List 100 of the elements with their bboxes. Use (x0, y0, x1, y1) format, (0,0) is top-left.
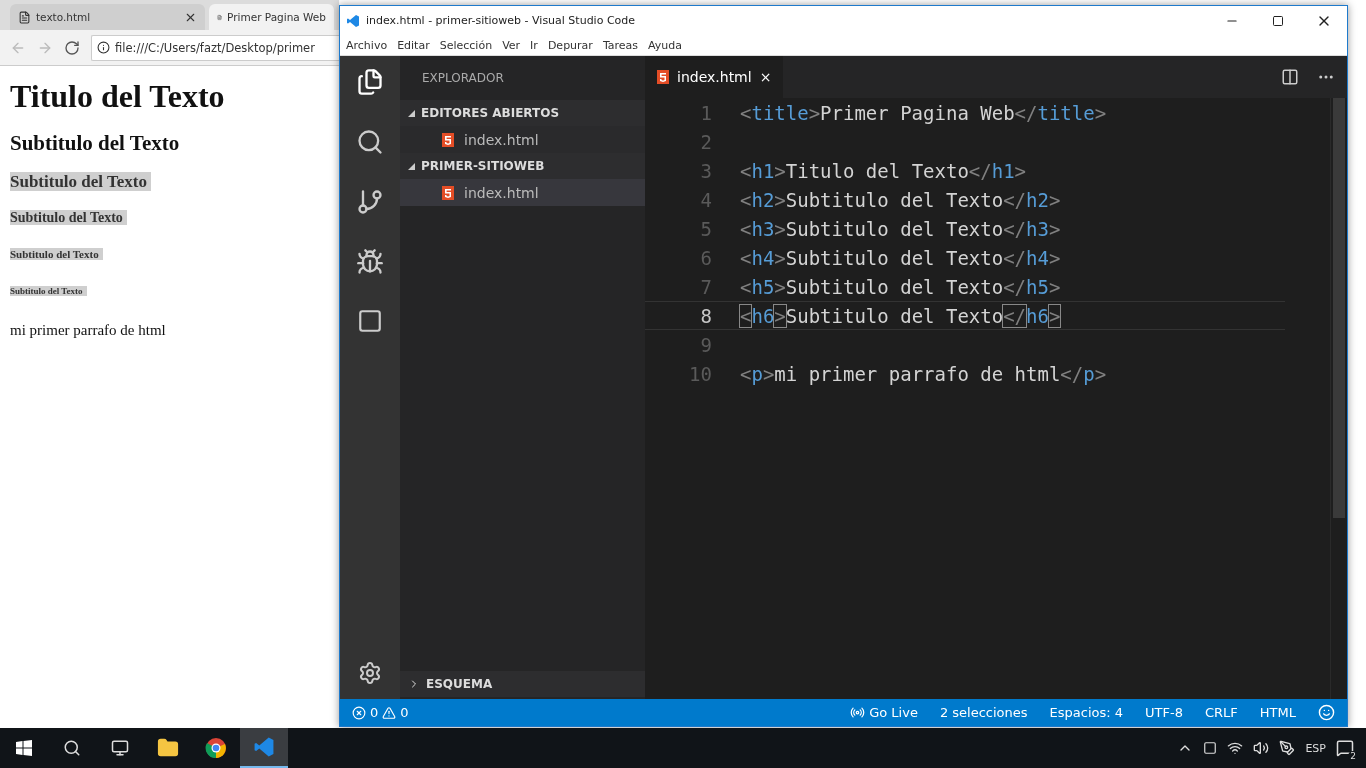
code-token: Subtitulo del Texto (785, 188, 1004, 211)
branch-icon[interactable] (356, 188, 384, 216)
warning-icon[interactable] (382, 705, 397, 720)
window-title: index.html - primer-sitioweb - Visual Studio Code (366, 14, 636, 27)
section-header[interactable]: PRIMER-SITIOWEB (400, 153, 645, 179)
code-token: > (1048, 188, 1061, 211)
html-file-icon (442, 132, 454, 147)
menu-item[interactable]: Selección (439, 38, 493, 52)
line-number: 5 (699, 217, 713, 240)
menu-item[interactable]: Ir (530, 38, 538, 52)
code-token: > (1048, 304, 1061, 327)
status-item[interactable]: UTF-8 (1145, 705, 1183, 720)
status-item[interactable]: Go Live (850, 705, 918, 720)
code-token: </ (1003, 304, 1027, 327)
line-number: 2 (699, 130, 713, 153)
code-token: < (740, 246, 752, 269)
scrollbar-thumb[interactable] (1333, 98, 1345, 518)
split-editor-icon[interactable] (1281, 68, 1299, 86)
pen-icon[interactable] (1279, 740, 1296, 756)
settings-icon[interactable] (358, 661, 382, 685)
status-item[interactable]: CRLF (1204, 705, 1238, 720)
warning-count[interactable]: 0 (400, 705, 409, 720)
reload-icon[interactable] (64, 39, 80, 56)
line-number: 10 (688, 362, 713, 385)
code-token: h1 (991, 159, 1015, 182)
menu-item[interactable]: Depurar (547, 38, 593, 52)
tab-title: texto.html (36, 11, 91, 23)
heading: Subtitulo del Texto (10, 286, 87, 296)
close-icon[interactable]: × (759, 69, 772, 85)
code-token: > (1048, 246, 1061, 269)
code-token: > (1094, 101, 1107, 124)
paragraph: mi primer parrafo de html (10, 322, 167, 339)
code-token: < (740, 362, 752, 385)
status-item[interactable]: HTML (1259, 705, 1296, 720)
code-token: h1 (751, 159, 775, 182)
code-token: > (774, 304, 786, 327)
line-number: 1 (699, 101, 713, 124)
code-token: < (740, 275, 752, 298)
sidebar-title: EXPLORADOR (421, 70, 505, 87)
broadcast-icon (850, 705, 866, 720)
code-token: h2 (751, 188, 775, 211)
code-token: Subtitulo del Texto (785, 304, 1004, 327)
bug-icon[interactable] (356, 248, 384, 276)
line-number: 9 (699, 333, 713, 356)
address-bar[interactable]: file:///C:/Users/fazt/Desktop/primer (91, 34, 339, 61)
code-token: h5 (751, 275, 775, 298)
code-token: </ (968, 159, 992, 182)
section-header[interactable]: EDITORES ABIERTOS (400, 100, 645, 126)
browser-tab[interactable]: texto.html (10, 4, 205, 30)
browser-tab[interactable]: Primer Pagina Web (209, 4, 334, 30)
code-token: Titulo del Texto (785, 159, 969, 182)
file-item[interactable]: index.html (400, 179, 645, 206)
menu-item[interactable]: Editar (397, 38, 430, 52)
code-token: </ (1060, 362, 1084, 385)
line-number: 6 (699, 246, 713, 269)
code-token: > (762, 362, 775, 385)
code-token: Subtitulo del Texto (785, 246, 1004, 269)
line-number: 4 (699, 188, 713, 211)
error-count[interactable]: 0 (370, 705, 379, 720)
code-token: p (1083, 362, 1095, 385)
code-token: h5 (1026, 275, 1049, 298)
status-item[interactable]: 2 selecciones (939, 705, 1028, 720)
wifi-icon[interactable] (1227, 740, 1244, 756)
error-icon[interactable] (352, 705, 366, 720)
code-token: > (774, 246, 786, 269)
code-token: h4 (1026, 246, 1049, 269)
code-token: < (740, 188, 752, 211)
code-token: > (1048, 275, 1061, 298)
code-token: title (1037, 101, 1095, 124)
code-token: Subtitulo del Texto (785, 217, 1004, 240)
menu-item[interactable]: Tareas (602, 38, 639, 52)
heading: Subtitulo del Texto (10, 172, 151, 191)
menu-item[interactable]: Ayuda (648, 38, 683, 52)
windows-icon[interactable] (16, 740, 32, 756)
code-token: </ (1003, 275, 1027, 298)
menu-item[interactable]: Archivo (346, 38, 388, 52)
code-token: title (751, 101, 809, 124)
language-indicator[interactable]: ESP (1305, 741, 1326, 755)
editor-app-icon[interactable] (240, 728, 288, 768)
search-icon[interactable] (356, 128, 384, 156)
code-token: > (1014, 159, 1027, 182)
feedback-icon[interactable] (1318, 704, 1335, 721)
code-token: </ (1003, 246, 1027, 269)
file-item[interactable]: index.html (400, 126, 645, 153)
tab-title: Primer Pagina Web (227, 11, 326, 23)
status-item[interactable]: Espacios: 4 (1049, 705, 1124, 720)
code-token: > (1048, 217, 1061, 240)
notification-icon[interactable]: 2 (1336, 739, 1354, 757)
section-header[interactable]: ESQUEMA (400, 671, 645, 697)
volume-icon[interactable] (1253, 740, 1270, 756)
code-token: > (774, 159, 786, 182)
code-token: h3 (1026, 217, 1049, 240)
menu-item[interactable]: Ver (502, 38, 521, 52)
maximize-icon[interactable] (1272, 14, 1284, 27)
info-icon (97, 41, 110, 54)
line-number: 3 (699, 159, 713, 182)
files-icon[interactable] (356, 68, 384, 96)
editor-tab[interactable]: index.html × (645, 56, 784, 98)
line-number: 8 (699, 304, 713, 327)
extensions-icon[interactable] (357, 308, 383, 334)
